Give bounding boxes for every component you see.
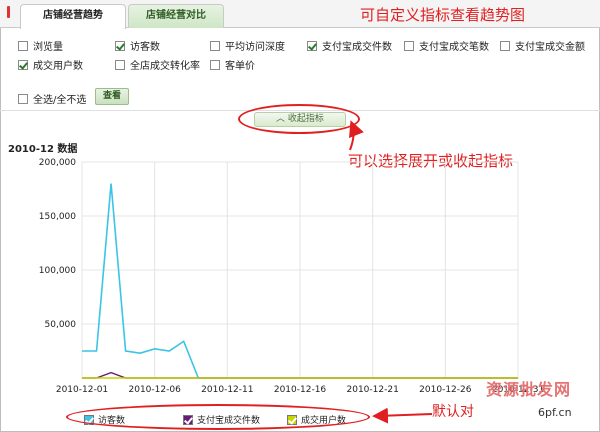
chart-grid <box>81 161 519 379</box>
watermark-sub: 6pf.cn <box>538 406 572 419</box>
x-tick-label: 2010-12-11 <box>201 385 253 395</box>
metric-label: 客单价 <box>225 61 255 72</box>
checkbox[interactable] <box>404 40 414 51</box>
metric-alipay-amount[interactable]: 支付宝成交金额 <box>500 38 585 53</box>
x-tick-label: 2010-12-21 <box>347 385 399 395</box>
checkbox[interactable] <box>210 40 220 51</box>
y-axis-ticks: 200,000 150,000 100,000 50,000 <box>39 158 76 330</box>
x-tick-label: 2010-12-01 <box>56 385 108 395</box>
view-button[interactable]: 查看 <box>95 88 129 105</box>
metric-label: 全店成交转化率 <box>130 61 200 72</box>
x-tick-label: 2010-12-06 <box>129 385 182 395</box>
annotation-top: 可自定义指标查看趋势图 <box>360 6 526 24</box>
highlight-ellipse-legend <box>66 404 370 430</box>
trend-chart: 200,000150,000100,00050,000 2010-12-01 20… <box>39 158 544 395</box>
x-axis-ticks: 2010-12-01 2010-12-06 2010-12-11 2010-12-16… <box>56 385 544 395</box>
metric-pageviews[interactable]: 浏览量 <box>18 38 63 53</box>
metric-label: 平均访问深度 <box>225 42 285 53</box>
metric-label: 浏览量 <box>33 42 63 53</box>
checkbox[interactable] <box>500 40 510 51</box>
metric-alipay-orders[interactable]: 支付宝成交笔数 <box>404 38 489 53</box>
y-tick-label: 50,000 <box>45 320 77 330</box>
metric-avg-order[interactable]: 客单价 <box>210 57 255 72</box>
metric-conversion[interactable]: 全店成交转化率 <box>115 57 200 72</box>
highlight-ellipse-toggle <box>238 104 360 134</box>
metric-label: 支付宝成交金额 <box>515 42 585 53</box>
tab-marker <box>7 6 10 18</box>
metric-buyers[interactable]: 成交用户数 <box>18 57 83 72</box>
x-tick-label: 2010-12-16 <box>274 385 327 395</box>
metric-label: 成交用户数 <box>33 61 83 72</box>
watermark-text: 资源批发网 <box>486 380 572 399</box>
metric-avg-depth[interactable]: 平均访问深度 <box>210 38 285 53</box>
y-tick-label: 200,000 <box>39 158 76 168</box>
checkbox[interactable] <box>18 59 28 70</box>
metric-label: 支付宝成交笔数 <box>419 42 489 53</box>
checkbox[interactable] <box>210 59 220 70</box>
annotation-bottom: 默认对 <box>432 404 474 420</box>
checkbox[interactable] <box>115 40 125 51</box>
select-all[interactable]: 全选/全不选 <box>18 91 86 106</box>
x-tick-label: 2010-12-26 <box>419 385 472 395</box>
metric-alipay-items[interactable]: 支付宝成交件数 <box>307 38 392 53</box>
checkbox[interactable] <box>115 59 125 70</box>
checkbox[interactable] <box>18 40 28 51</box>
series-line-2 <box>82 371 199 379</box>
series-line-1 <box>82 183 200 379</box>
metric-label: 支付宝成交件数 <box>322 42 392 53</box>
tab-shop-trend[interactable]: 店铺经营趋势 <box>20 4 126 29</box>
metric-label: 访客数 <box>130 42 160 53</box>
select-all-label: 全选/全不选 <box>33 95 87 106</box>
tab-shop-compare[interactable]: 店铺经营对比 <box>128 4 224 28</box>
metric-visitors[interactable]: 访客数 <box>115 38 160 53</box>
y-tick-label: 100,000 <box>39 266 76 276</box>
y-tick-label: 150,000 <box>39 212 76 222</box>
checkbox[interactable] <box>307 40 317 51</box>
checkbox[interactable] <box>18 93 28 104</box>
